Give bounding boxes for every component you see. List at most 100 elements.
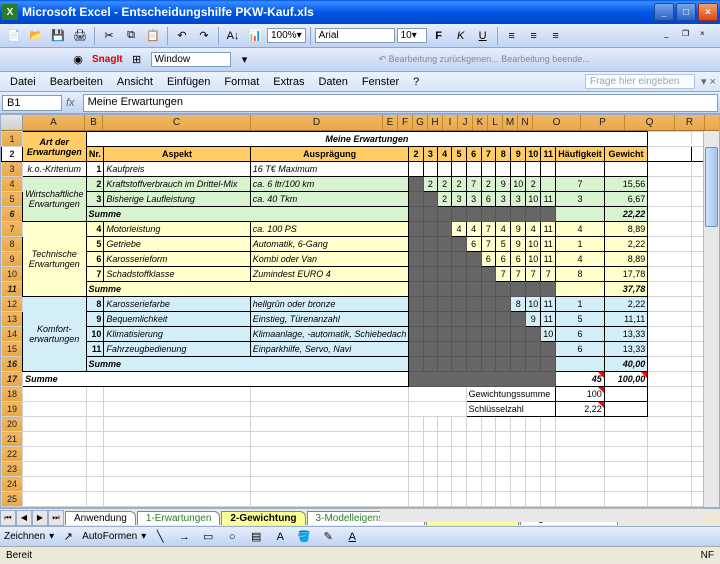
category-cell: Technische Erwartungen bbox=[23, 222, 86, 297]
row-2[interactable]: 2 bbox=[2, 147, 23, 162]
chart-icon[interactable]: 📊 bbox=[245, 26, 265, 46]
total-label: Summe bbox=[23, 372, 409, 387]
autoformen-menu[interactable]: AutoFormen bbox=[82, 531, 137, 542]
cut-icon[interactable]: ✂ bbox=[99, 26, 119, 46]
col-L[interactable]: L bbox=[488, 115, 503, 130]
close-button[interactable]: × bbox=[698, 3, 718, 21]
bearbeitung-text: ↶ Bearbeitung zurückgenen... Bearbeitung… bbox=[379, 54, 590, 65]
col-B[interactable]: B bbox=[85, 115, 103, 130]
column-headers: A B C D E F G H I J K L M N O P Q R bbox=[1, 115, 719, 131]
row-17[interactable]: 17 bbox=[2, 372, 23, 387]
paste-icon[interactable]: 📋 bbox=[143, 26, 163, 46]
col-G[interactable]: G bbox=[413, 115, 428, 130]
italic-icon[interactable]: K bbox=[451, 26, 471, 46]
fill-color-icon[interactable]: 🪣 bbox=[294, 527, 314, 547]
select-all-corner[interactable] bbox=[1, 115, 23, 130]
bold-icon[interactable]: F bbox=[429, 26, 449, 46]
vertical-scrollbar[interactable] bbox=[703, 131, 719, 507]
col-I[interactable]: I bbox=[443, 115, 458, 130]
col-O[interactable]: O bbox=[533, 115, 581, 130]
doc-restore-button[interactable]: ❐ bbox=[682, 29, 698, 43]
snagit-window-icon[interactable]: ⊞ bbox=[127, 50, 147, 70]
align-right-icon[interactable]: ≡ bbox=[546, 26, 566, 46]
oval-icon[interactable]: ○ bbox=[222, 527, 242, 547]
grid[interactable]: 1 Art der Erwartungen Meine Erwartungen … bbox=[1, 131, 719, 508]
font-size-combo[interactable]: 10 ▾ bbox=[397, 28, 427, 43]
col-H[interactable]: H bbox=[428, 115, 443, 130]
doc-close-button[interactable]: × bbox=[700, 29, 716, 43]
sort-asc-icon[interactable]: A↓ bbox=[223, 26, 243, 46]
status-ready: Bereit bbox=[6, 550, 32, 561]
doc-minimize-button[interactable]: _ bbox=[664, 29, 680, 43]
tab-first-icon[interactable]: ⏮ bbox=[0, 510, 16, 526]
col-R[interactable]: R bbox=[675, 115, 705, 130]
tab-gewichtung[interactable]: 2-Gewichtung bbox=[221, 511, 305, 525]
font-combo[interactable]: Arial bbox=[315, 28, 395, 43]
align-center-icon[interactable]: ≡ bbox=[524, 26, 544, 46]
copy-icon[interactable]: ⧉ bbox=[121, 26, 141, 46]
underline-icon[interactable]: U bbox=[473, 26, 493, 46]
tab-anwendung[interactable]: Anwendung bbox=[65, 511, 136, 525]
total-g: 100,00 bbox=[604, 372, 647, 387]
zoom-combo[interactable]: 100% ▾ bbox=[267, 28, 306, 43]
tab-prev-icon[interactable]: ◀ bbox=[16, 510, 32, 526]
fx-icon[interactable]: fx bbox=[62, 97, 79, 109]
menu-ansicht[interactable]: Ansicht bbox=[111, 74, 159, 90]
rect-icon[interactable]: ▭ bbox=[198, 527, 218, 547]
open-icon[interactable]: 📂 bbox=[26, 26, 46, 46]
menu-datei[interactable]: Datei bbox=[4, 74, 42, 90]
undo-icon[interactable]: ↶ bbox=[172, 26, 192, 46]
formula-input[interactable]: Meine Erwartungen bbox=[83, 94, 718, 112]
ask-question-box[interactable]: Frage hier eingeben bbox=[585, 74, 695, 89]
menu-fenster[interactable]: Fenster bbox=[356, 74, 405, 90]
font-color-icon[interactable]: A bbox=[342, 527, 362, 547]
snagit-go-icon[interactable]: ▾ bbox=[235, 50, 255, 70]
col-N[interactable]: N bbox=[518, 115, 533, 130]
save-icon[interactable]: 💾 bbox=[48, 26, 68, 46]
line-icon[interactable]: ╲ bbox=[150, 527, 170, 547]
snagit-mode-combo[interactable]: Window bbox=[151, 52, 231, 67]
print-icon[interactable]: 🖨 bbox=[70, 26, 90, 46]
new-icon[interactable]: 📄 bbox=[4, 26, 24, 46]
col-E[interactable]: E bbox=[383, 115, 398, 130]
col-K[interactable]: K bbox=[473, 115, 488, 130]
menu-extras[interactable]: Extras bbox=[267, 74, 310, 90]
snagit-icon[interactable]: ◉ bbox=[68, 50, 88, 70]
minimize-button[interactable]: _ bbox=[654, 3, 674, 21]
col-C[interactable]: C bbox=[103, 115, 251, 130]
col-A[interactable]: A bbox=[23, 115, 85, 130]
pointer-icon[interactable]: ↗ bbox=[58, 527, 78, 547]
redo-icon[interactable]: ↷ bbox=[194, 26, 214, 46]
menu-help[interactable]: ? bbox=[407, 74, 425, 90]
col-Q[interactable]: Q bbox=[625, 115, 675, 130]
main-title: Meine Erwartungen bbox=[86, 132, 648, 147]
line-color-icon[interactable]: ✎ bbox=[318, 527, 338, 547]
textbox-icon[interactable]: ▤ bbox=[246, 527, 266, 547]
col-M[interactable]: M bbox=[503, 115, 518, 130]
hdr-gewicht: Gewicht bbox=[604, 147, 647, 162]
col-J[interactable]: J bbox=[458, 115, 473, 130]
maximize-button[interactable]: □ bbox=[676, 3, 696, 21]
arrow-icon[interactable]: → bbox=[174, 527, 194, 547]
tab-last-icon[interactable]: ⏭ bbox=[48, 510, 64, 526]
menu-einfuegen[interactable]: Einfügen bbox=[161, 74, 216, 90]
zeichnen-menu[interactable]: Zeichnen bbox=[4, 531, 45, 542]
tab-erwartungen[interactable]: 1-Erwartungen bbox=[137, 511, 221, 525]
spreadsheet[interactable]: A B C D E F G H I J K L M N O P Q R 1 Ar… bbox=[0, 114, 720, 508]
horizontal-scrollbar[interactable] bbox=[380, 508, 704, 522]
menu-format[interactable]: Format bbox=[218, 74, 265, 90]
col-F[interactable]: F bbox=[398, 115, 413, 130]
tab-next-icon[interactable]: ▶ bbox=[32, 510, 48, 526]
col-P[interactable]: P bbox=[581, 115, 625, 130]
col-D[interactable]: D bbox=[251, 115, 383, 130]
window-titlebar: X Microsoft Excel - Entscheidungshilfe P… bbox=[0, 0, 720, 24]
menu-bearbeiten[interactable]: Bearbeiten bbox=[44, 74, 109, 90]
excel-icon: X bbox=[2, 4, 18, 20]
menu-daten[interactable]: Daten bbox=[312, 74, 353, 90]
align-left-icon[interactable]: ≡ bbox=[502, 26, 522, 46]
hdr-art: Art der Erwartungen bbox=[23, 132, 86, 162]
name-box[interactable]: B1 bbox=[2, 95, 62, 111]
sheet-tabs: ⏮ ◀ ▶ ⏭ Anwendung 1-Erwartungen 2-Gewich… bbox=[0, 508, 720, 526]
row-1[interactable]: 1 bbox=[2, 132, 23, 147]
wordart-icon[interactable]: A bbox=[270, 527, 290, 547]
